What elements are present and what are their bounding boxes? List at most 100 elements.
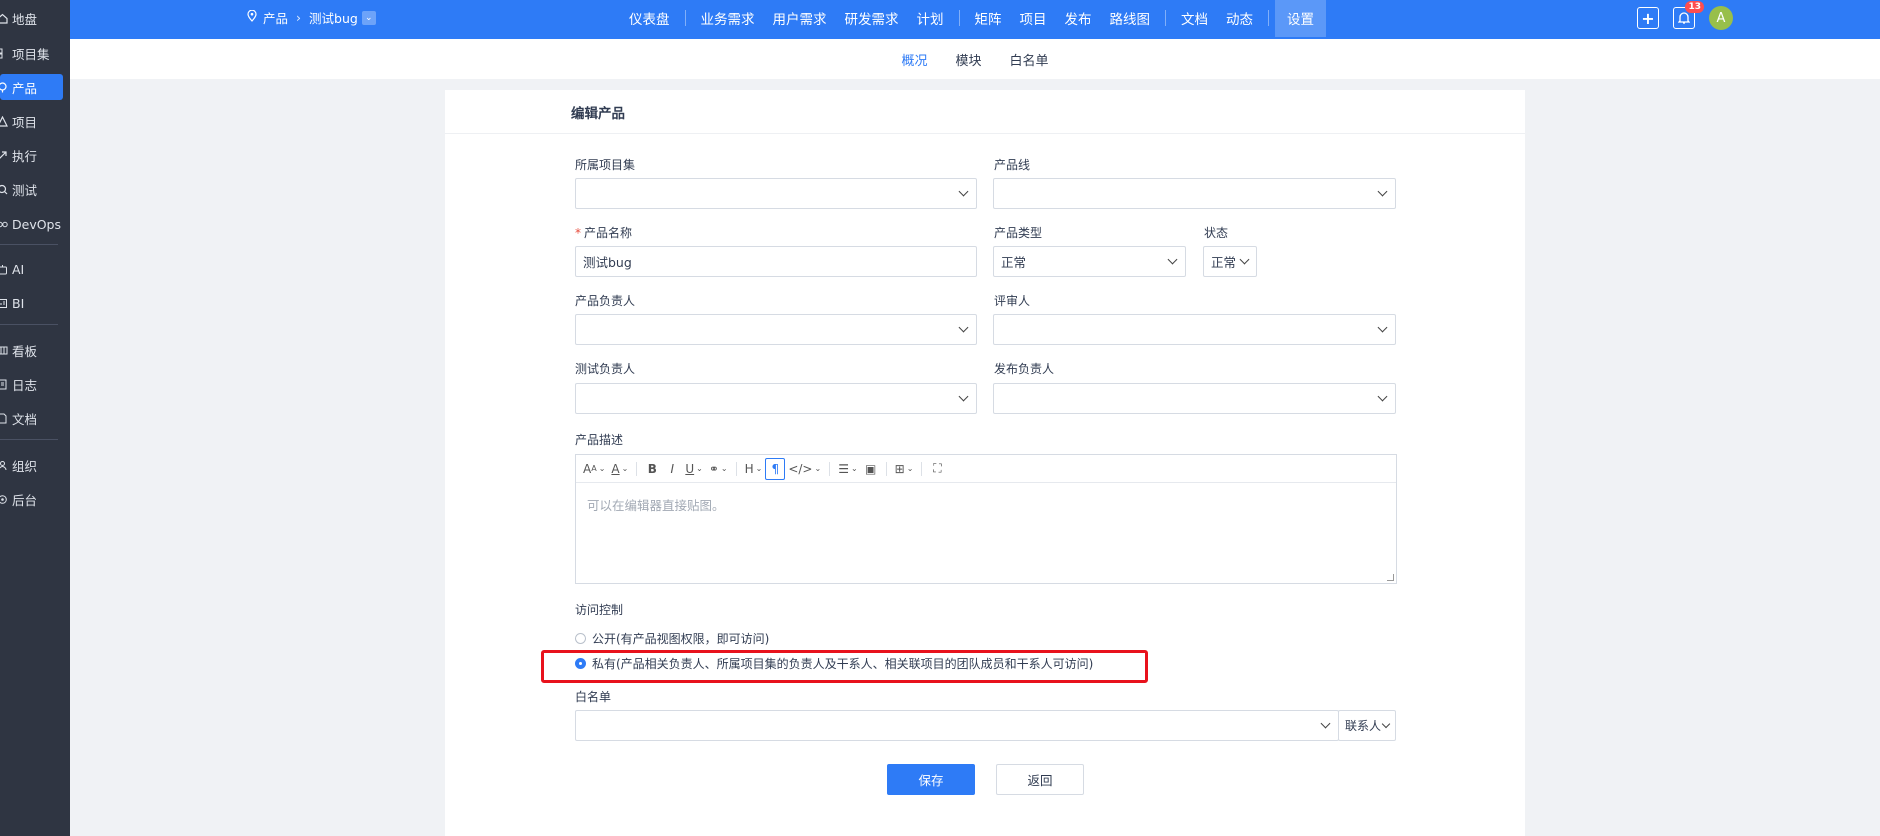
paragraph-icon[interactable]: ¶ [765,457,786,480]
font-size-icon[interactable]: A A ⌄ [580,458,608,480]
home-icon [0,12,8,24]
toolbar-divider [735,461,737,476]
underline-icon[interactable]: U ⌄ [682,458,706,480]
product-owner-select[interactable] [575,314,977,345]
status-select[interactable]: 正常 [1203,246,1257,277]
product-name-label-text: 产品名称 [584,226,633,240]
sidebar-item-ai[interactable]: AI [0,256,24,282]
execution-icon [0,149,8,161]
contacts-label: 联系人 [1345,719,1382,733]
italic-icon[interactable]: I [662,458,682,480]
product-name-input[interactable]: 测试bug [575,246,977,277]
code-icon[interactable]: </> ⌄ [785,458,824,480]
sidebar-item-project[interactable]: 项目 [0,108,37,134]
sidebar-item-execution[interactable]: 执行 [0,142,37,168]
sidebar-divider [0,244,58,245]
acl-open-option[interactable]: 公开(有产品视图权限，即可访问) [575,630,769,647]
nav-dev-requirements[interactable]: 研发需求 [836,0,908,35]
sidebar-item-doc[interactable]: 文档 [0,405,37,431]
sidebar-item-label: 测试 [12,182,38,198]
heading-icon[interactable]: H ⌄ [742,458,766,480]
sidebar-item-label: 日志 [12,377,38,393]
sidebar-item-label: 项目集 [12,46,50,62]
editor-toolbar: A A ⌄ A ⌄ B I U ⌄ ⚭ ⌄ H ⌄ ¶ </> ⌄ ☰ ⌄ ▣ ⊞ ⌄ ⛶ [576,455,1396,483]
create-button[interactable]: + [1637,7,1659,29]
description-label: 产品描述 [575,433,624,447]
sidebar-item-test[interactable]: 测试 [0,176,37,202]
nav-docs[interactable]: 文档 [1172,0,1217,35]
font-color-icon[interactable]: A ⌄ [608,458,631,480]
top-actions: + 13 A [1637,1,1733,30]
sidebar-item-devops[interactable]: DevOps [0,211,61,237]
whitelist-select[interactable] [575,710,1339,741]
nav-roadmap[interactable]: 路线图 [1101,0,1160,35]
sidebar-item-log[interactable]: 日志 [0,371,37,397]
chevron-down-icon[interactable]: ⌄ [361,10,376,25]
sidebar-item-bi[interactable]: BI [0,290,24,316]
release-owner-select[interactable] [993,383,1396,414]
list-icon[interactable]: ☰ ⌄ [835,458,860,480]
nav-business-requirements[interactable]: 业务需求 [692,0,764,35]
nav-user-requirements[interactable]: 用户需求 [764,0,836,35]
sidebar-item-org[interactable]: 组织 [0,452,37,478]
table-icon[interactable]: ⊞ ⌄ [892,458,917,480]
subnav-overview[interactable]: 概况 [901,50,927,69]
breadcrumb: 产品 › 测试bug ⌄ [247,0,376,35]
location-pin-icon [247,9,257,25]
contacts-select[interactable]: 联系人 [1338,710,1396,741]
resize-handle-icon[interactable] [1387,574,1394,581]
main-nav: 仪表盘 业务需求 用户需求 研发需求 计划 矩阵 项目 发布 路线图 文档 动态… [620,0,1326,37]
fullscreen-icon[interactable]: ⛶ [927,458,947,480]
nav-dynamics[interactable]: 动态 [1217,0,1262,35]
chevron-down-icon [1377,391,1388,402]
nav-divider [1165,9,1166,26]
whitelist-label: 白名单 [575,690,612,704]
sidebar-item-label: DevOps [12,216,61,232]
breadcrumb-module[interactable]: 产品 [263,8,288,27]
sidebar-item-product[interactable]: 产品 [0,74,63,100]
sidebar-item-program[interactable]: 项目集 [0,40,50,66]
sidebar-item-admin[interactable]: 后台 [0,486,37,512]
subnav-modules[interactable]: 模块 [955,50,981,69]
ai-icon [0,263,8,275]
save-button[interactable]: 保存 [887,764,975,795]
product-type-select[interactable]: 正常 [993,246,1186,277]
edit-product-panel: 编辑产品 所属项目集 产品线 * 产品名称 测试bug 产品类型 正常 状态 正常… [445,90,1525,836]
nav-matrix[interactable]: 矩阵 [966,0,1011,35]
toolbar-divider [885,461,887,476]
nav-release[interactable]: 发布 [1056,0,1101,35]
required-asterisk: * [575,226,581,240]
qa-owner-select[interactable] [575,383,977,414]
sidebar-item-kanban[interactable]: 看板 [0,337,37,363]
subnav-whitelist[interactable]: 白名单 [1010,50,1049,69]
image-icon[interactable]: ▣ [861,458,881,480]
doc-icon [0,412,8,424]
radio-open[interactable] [575,633,586,644]
description-editor[interactable]: A A ⌄ A ⌄ B I U ⌄ ⚭ ⌄ H ⌄ ¶ </> ⌄ ☰ ⌄ ▣ ⊞ ⌄ ⛶ 可以在… [575,454,1397,584]
back-button[interactable]: 返回 [996,764,1084,795]
kanban-icon [0,344,8,356]
program-select[interactable] [575,178,977,209]
nav-plan[interactable]: 计划 [908,0,953,35]
admin-icon [0,493,8,505]
org-icon [0,459,8,471]
product-type-value: 正常 [1001,255,1027,270]
reviewer-select[interactable] [993,314,1396,345]
nav-divider [684,9,686,26]
sidebar-item-label: AI [12,261,25,277]
nav-settings[interactable]: 设置 [1275,0,1326,37]
highlight-box [541,650,1148,683]
sidebar-item-label: 执行 [12,148,38,164]
program-label: 所属项目集 [575,158,636,172]
sub-nav: 概况 模块 白名单 [70,39,1880,79]
product-line-select[interactable] [993,178,1396,209]
breadcrumb-current[interactable]: 测试bug [309,8,358,27]
bold-icon[interactable]: B [642,458,662,480]
notifications-button[interactable]: 13 [1673,1,1704,29]
avatar[interactable]: A [1709,6,1733,30]
nav-dashboard[interactable]: 仪表盘 [620,0,679,35]
link-icon[interactable]: ⚭ ⌄ [706,458,731,480]
nav-project[interactable]: 项目 [1011,0,1056,35]
sidebar-item-dashboard[interactable]: 地盘 [0,5,37,31]
nav-divider [958,9,960,26]
